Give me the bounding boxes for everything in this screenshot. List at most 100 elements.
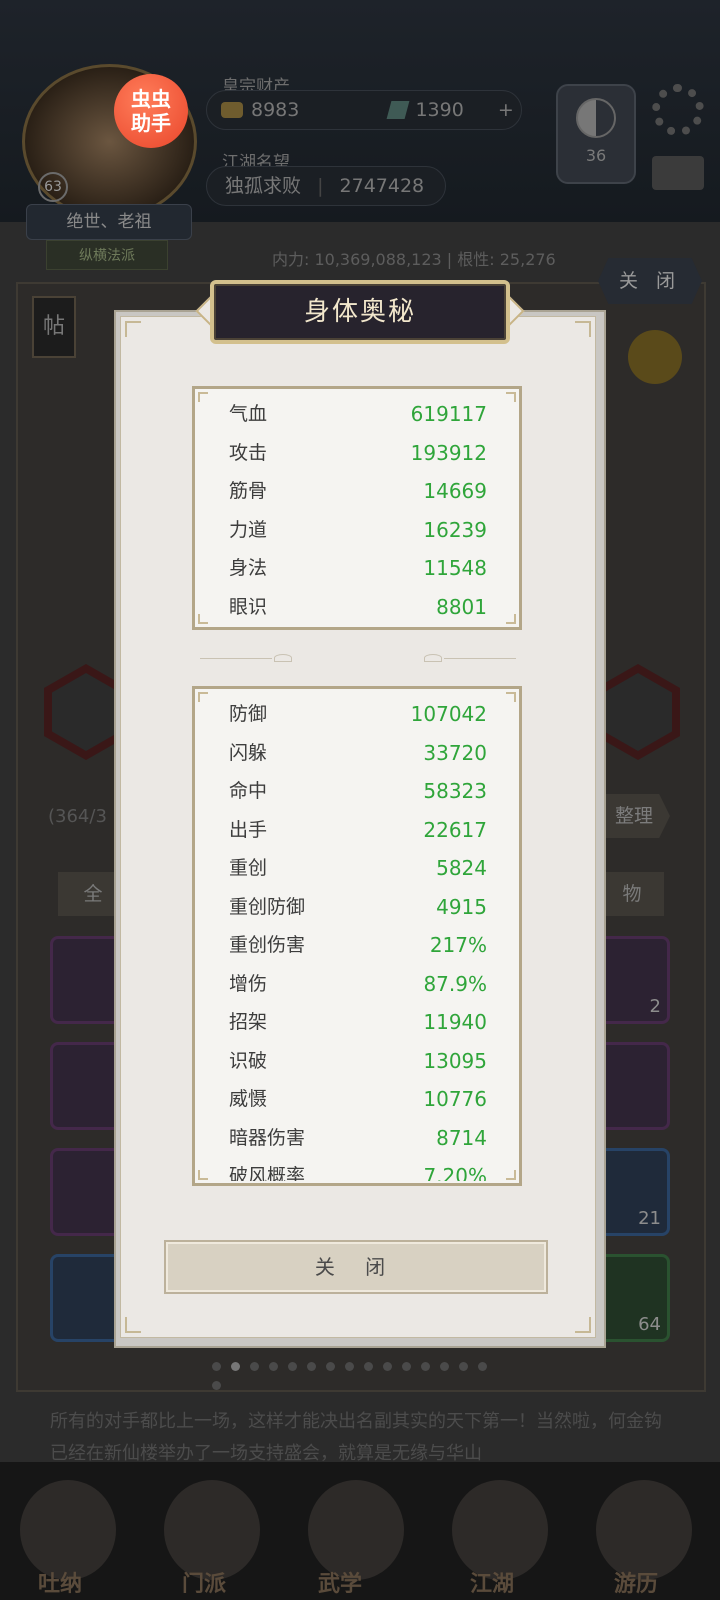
stat-value: 11940: [423, 1010, 487, 1034]
stat-value: 193912: [410, 440, 487, 465]
stat-label: 出手: [229, 818, 268, 841]
close-button[interactable]: 关 闭: [164, 1240, 548, 1294]
stat-value: 22617: [423, 817, 487, 842]
stat-row: 招架 11940: [229, 1003, 487, 1041]
stat-label: 气血: [229, 403, 268, 425]
nav-sect[interactable]: [164, 1480, 260, 1580]
stat-value: 4915: [436, 894, 487, 919]
tab-items[interactable]: 物: [600, 872, 664, 916]
stat-label: 威慑: [229, 1088, 268, 1110]
stat-value: 33720: [423, 740, 487, 765]
body-secrets-dialog: 身体奥秘 气血 619117 攻击 193912 筋骨 14669 力道 16239 身法 115…: [114, 280, 606, 1348]
settings-gear-icon[interactable]: [652, 84, 704, 136]
chongchong-helper-badge[interactable]: 虫虫 助手: [114, 74, 188, 148]
stat-row: 暗器伤害 8714: [229, 1119, 487, 1157]
sect-plate: 纵横法派: [46, 240, 168, 270]
sort-button[interactable]: 整理: [598, 794, 670, 838]
stat-row: 防御 107042: [229, 695, 487, 733]
taiji-button[interactable]: 36: [556, 84, 636, 184]
stat-value: 87.9%: [423, 971, 487, 996]
stat-row: 出手 22617: [229, 811, 487, 849]
stat-row: 攻击 193912: [229, 434, 487, 472]
add-currency-button[interactable]: +: [498, 99, 514, 121]
nav-travel[interactable]: [596, 1480, 692, 1580]
stat-row: 重创伤害 217%: [229, 926, 487, 964]
stat-value: 5824: [436, 856, 487, 880]
nav-label-jianghu: 江湖: [470, 1572, 515, 1597]
yin-yang-icon: [576, 98, 616, 138]
player-level: 63: [38, 172, 68, 202]
stat-value: 11548: [423, 556, 487, 580]
stat-label: 暗器伤害: [229, 1126, 306, 1149]
stat-value: 16239: [423, 517, 487, 542]
ticket-icon: [387, 101, 410, 119]
stat-row: 气血 619117: [229, 395, 487, 433]
gold-icon: [221, 102, 243, 118]
nav-label-sect: 门派: [182, 1572, 227, 1597]
stat-label: 重创伤害: [229, 934, 306, 956]
panel-close-button[interactable]: 关 闭: [598, 258, 702, 304]
nav-jianghu[interactable]: [452, 1480, 548, 1580]
stat-label: 命中: [229, 780, 268, 802]
section-divider: [200, 652, 516, 666]
stat-value: 107042: [410, 702, 487, 726]
stat-value: 217%: [429, 933, 487, 957]
seal-button[interactable]: 帖: [32, 296, 76, 358]
bag-capacity: (364/3: [48, 806, 107, 827]
gold-amount: 8983: [251, 99, 300, 121]
stat-label: 闪躲: [229, 741, 268, 764]
stat-label: 重创防御: [229, 895, 306, 918]
nav-martial[interactable]: [308, 1480, 404, 1580]
stat-row: 重创 5824: [229, 849, 487, 887]
nav-label-tuna: 吐纳: [38, 1572, 83, 1597]
stat-value: 619117: [410, 402, 487, 426]
stat-row: 识破 13095: [229, 1042, 487, 1080]
taiji-count: 36: [585, 146, 607, 165]
mail-icon[interactable]: [652, 156, 704, 190]
stat-value: 13095: [423, 1048, 487, 1073]
fame-bar: 独孤求败 | 2747428: [206, 166, 446, 206]
stat-value: 7.20%: [423, 1164, 487, 1181]
stat-label: 招架: [229, 1011, 268, 1033]
stat-label: 破风概率: [229, 1165, 306, 1181]
fame-value: 2747428: [339, 175, 425, 197]
nav-tuna[interactable]: [20, 1480, 116, 1580]
stat-label: 力道: [229, 518, 268, 541]
stat-row: 身法 11548: [229, 549, 487, 587]
stat-row: 眼识 8801: [229, 588, 487, 626]
stat-label: 增伤: [229, 972, 268, 995]
currency-bar: 8983 1390 +: [206, 90, 522, 130]
dialog-title-plate: 身体奥秘: [210, 280, 510, 344]
stat-label: 防御: [229, 703, 268, 725]
nav-label-travel: 游历: [614, 1572, 659, 1597]
base-stats-box: 气血 619117 攻击 193912 筋骨 14669 力道 16239 身法 11548 眼识 8…: [192, 386, 522, 630]
advanced-stats-box[interactable]: 防御 107042 闪躲 33720 命中 58323 出手 22617 重创 5824 重创防御 4…: [192, 686, 522, 1186]
fame-title: 独孤求败: [225, 175, 302, 197]
power-stats-line: 内力: 10,369,088,123 | 根性: 25,276: [272, 250, 556, 269]
stat-label: 筋骨: [229, 480, 268, 502]
stat-row: 闪躲 33720: [229, 734, 487, 772]
stat-row: 破风概率 7.20%: [229, 1157, 487, 1181]
stat-value: 10776: [423, 1087, 487, 1111]
ticket-amount: 1390: [415, 99, 464, 121]
stat-value: 8714: [436, 1125, 487, 1150]
stat-row: 力道 16239: [229, 511, 487, 549]
player-name-plate: 绝世、老祖: [26, 204, 192, 240]
story-text: 所有的对手都比上一场，这样才能决出名副其实的天下第一！当然啦，何金钩已经在新仙楼…: [50, 1411, 662, 1464]
advanced-stats-scroll[interactable]: 防御 107042 闪躲 33720 命中 58323 出手 22617 重创 5824 重创防御 4…: [195, 689, 519, 1181]
stat-row: 威慑 10776: [229, 1080, 487, 1118]
stat-label: 重创: [229, 857, 268, 879]
dialog-title: 身体奥秘: [303, 297, 416, 327]
stat-row: 重创防御 4915: [229, 888, 487, 926]
stat-value: 14669: [423, 479, 487, 503]
stat-value: 8801: [436, 594, 487, 619]
stat-row: 命中 58323: [229, 772, 487, 810]
stat-row: 增伤 87.9%: [229, 965, 487, 1003]
nav-label-martial: 武学: [318, 1572, 363, 1597]
page-indicator: [212, 1356, 512, 1390]
lantern-icon[interactable]: [628, 330, 682, 384]
stat-label: 身法: [229, 557, 268, 579]
stat-value: 58323: [423, 779, 487, 803]
stat-row: 筋骨 14669: [229, 472, 487, 510]
stat-label: 眼识: [229, 595, 268, 618]
